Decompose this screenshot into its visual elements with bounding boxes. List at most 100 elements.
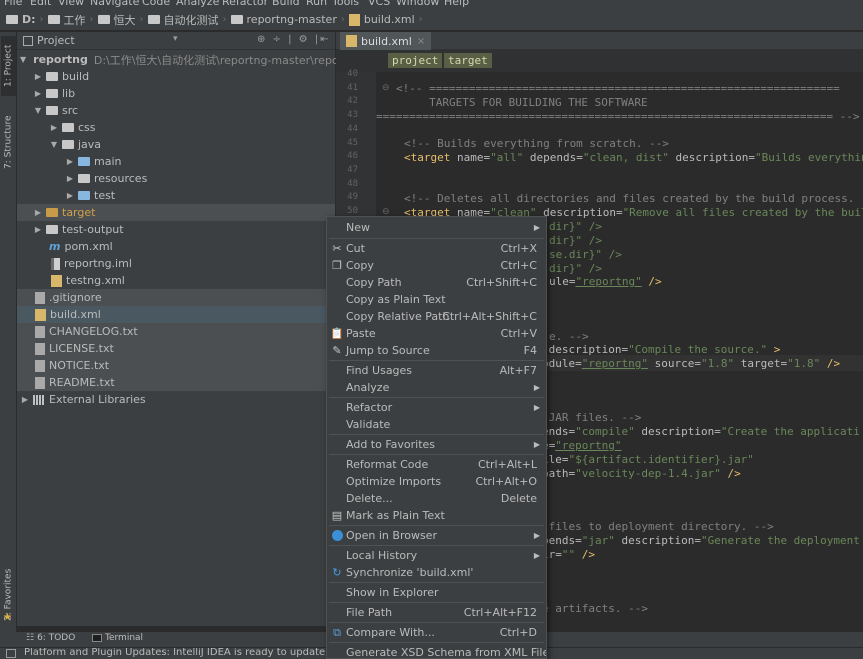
nav-crumb-build-xml[interactable]: build.xml ›: [348, 13, 423, 26]
chevron-right-icon[interactable]: ▶: [65, 174, 75, 183]
chevron-right-icon[interactable]: ▶: [33, 89, 43, 98]
tree-item-readme[interactable]: README.txt: [17, 374, 335, 391]
menu-refactor[interactable]: Refactor: [222, 0, 268, 8]
menu-separator: [329, 642, 544, 643]
fold-icon[interactable]: ⊖: [382, 83, 390, 93]
menu-tools[interactable]: Tools: [332, 0, 359, 8]
chevron-right-icon[interactable]: ▶: [33, 72, 43, 81]
chevron-down-icon[interactable]: ▾: [173, 34, 178, 44]
tab-project[interactable]: 1: Project: [1, 36, 16, 96]
menu-item-synchronize[interactable]: ↻ Synchronize 'build.xml': [327, 564, 546, 581]
chevron-right-icon[interactable]: ▶: [65, 191, 75, 200]
tree-item-external-libraries[interactable]: ▶ External Libraries: [17, 391, 335, 408]
menu-item-compare-with[interactable]: ⧉ Compare With... Ctrl+D: [327, 624, 546, 641]
menu-build[interactable]: Build: [272, 0, 300, 8]
menu-separator: [329, 525, 544, 526]
tab-todo[interactable]: ☷ 6: TODO: [26, 633, 75, 643]
status-message[interactable]: Platform and Plugin Updates: IntelliJ ID…: [24, 648, 345, 658]
menu-item-copy-relative-path[interactable]: Copy Relative Path Ctrl+Alt+Shift+C: [327, 308, 546, 325]
nav-crumb-reportng-master[interactable]: reportng-master ›: [230, 13, 345, 26]
project-panel-title[interactable]: Project: [37, 34, 75, 47]
chevron-right-icon[interactable]: ▶: [33, 225, 43, 234]
menu-item-reformat-code[interactable]: Reformat Code Ctrl+Alt+L: [327, 456, 546, 473]
menu-code[interactable]: Code: [142, 0, 170, 8]
menu-help[interactable]: Help: [444, 0, 469, 8]
chevron-down-icon[interactable]: ▼: [20, 55, 26, 64]
menu-edit[interactable]: Edit: [30, 0, 51, 8]
menu-item-refactor[interactable]: Refactor ▶: [327, 399, 546, 416]
nav-crumb-drive[interactable]: D: ›: [6, 13, 44, 26]
menu-item-optimize-imports[interactable]: Optimize Imports Ctrl+Alt+O: [327, 473, 546, 490]
chevron-right-icon[interactable]: ▶: [49, 123, 59, 132]
menu-item-local-history[interactable]: Local History ▶: [327, 547, 546, 564]
close-icon[interactable]: ×: [417, 36, 425, 47]
menu-item-add-to-favorites[interactable]: Add to Favorites ▶: [327, 436, 546, 453]
chevron-down-icon[interactable]: ▼: [49, 140, 59, 149]
menu-item-cut[interactable]: ✂ Cut Ctrl+X: [327, 240, 546, 257]
code-line-68: path="velocity-dep-1.4.jar" />: [542, 467, 741, 480]
menu-item-validate[interactable]: Validate: [327, 416, 546, 433]
editor-tab-bar: build.xml ×: [336, 32, 863, 50]
menu-item-copy[interactable]: ❐ Copy Ctrl+C: [327, 257, 546, 274]
xml-crumb-target[interactable]: target: [444, 53, 492, 68]
line-number: 49: [347, 192, 358, 203]
editor-tab-build-xml[interactable]: build.xml ×: [340, 32, 432, 50]
menu-item-find-usages[interactable]: Find Usages Alt+F7: [327, 362, 546, 379]
chevron-down-icon[interactable]: ▼: [33, 106, 43, 115]
menu-window[interactable]: Window: [396, 0, 439, 8]
tree-item-src[interactable]: ▼ src: [17, 102, 335, 119]
menu-file[interactable]: File: [4, 0, 22, 8]
menu-view[interactable]: View: [58, 0, 84, 8]
code-line-75: ir="" />: [542, 548, 595, 561]
tree-item-test[interactable]: ▶ test: [17, 187, 335, 204]
menu-item-mark-plain-text[interactable]: ▤ Mark as Plain Text: [327, 507, 546, 524]
menu-item-delete[interactable]: Delete... Delete: [327, 490, 546, 507]
nav-crumb-work[interactable]: 工作 ›: [47, 12, 94, 28]
tab-terminal[interactable]: Terminal: [92, 633, 143, 643]
menu-item-file-path[interactable]: File Path Ctrl+Alt+F12: [327, 604, 546, 621]
nav-crumb-hengda[interactable]: 恒大 ›: [97, 12, 144, 28]
menu-item-open-in-browser[interactable]: Open in Browser ▶: [327, 527, 546, 544]
tree-item-build[interactable]: ▶ build: [17, 68, 335, 85]
menu-analyze[interactable]: Analyze: [176, 0, 219, 8]
tree-item-license[interactable]: LICENSE.txt: [17, 340, 335, 357]
menu-item-analyze[interactable]: Analyze ▶: [327, 379, 546, 396]
xml-crumb-project[interactable]: project: [388, 53, 443, 68]
menu-vcs[interactable]: VCS: [368, 0, 390, 8]
nav-crumb-autotest[interactable]: 自动化测试 ›: [147, 12, 227, 28]
tree-item-build-xml[interactable]: build.xml: [17, 306, 335, 323]
tree-item-changelog[interactable]: CHANGELOG.txt: [17, 323, 335, 340]
tree-item-testng-xml[interactable]: testng.xml: [17, 272, 335, 289]
tree-item-main[interactable]: ▶ main: [17, 153, 335, 170]
menu-item-paste[interactable]: 📋 Paste Ctrl+V: [327, 325, 546, 342]
menu-item-generate-xsd[interactable]: Generate XSD Schema from XML File...: [327, 644, 546, 658]
tree-item-resources[interactable]: ▶ resources: [17, 170, 335, 187]
menu-item-show-in-explorer[interactable]: Show in Explorer: [327, 584, 546, 601]
line-number: 44: [347, 123, 358, 134]
xml-breadcrumb-bar: project target: [336, 50, 863, 72]
menu-item-jump-to-source[interactable]: ✎ Jump to Source F4: [327, 342, 546, 359]
status-toggle-icon[interactable]: [6, 649, 16, 658]
text-file-icon: [35, 376, 45, 389]
menu-item-new[interactable]: New ▶: [327, 219, 546, 236]
tree-item-notice[interactable]: NOTICE.txt: [17, 357, 335, 374]
chevron-right-icon[interactable]: ▶: [20, 395, 30, 404]
panel-toolbar-icons[interactable]: ⊕ ÷ | ⚙ |⇤: [257, 34, 331, 45]
tree-item-reportng-iml[interactable]: reportng.iml: [17, 255, 335, 272]
tree-item-gitignore[interactable]: .gitignore: [17, 289, 335, 306]
tree-item-lib[interactable]: ▶ lib: [17, 85, 335, 102]
menu-item-copy-plain-text[interactable]: Copy as Plain Text: [327, 291, 546, 308]
code-line-45: <!-- Builds everything from scratch. -->: [404, 137, 669, 150]
tree-item-test-output[interactable]: ▶ test-output: [17, 221, 335, 238]
menu-run[interactable]: Run: [306, 0, 327, 8]
tree-item-java[interactable]: ▼ java: [17, 136, 335, 153]
tab-structure[interactable]: 7: Structure: [1, 106, 16, 178]
menu-item-copy-path[interactable]: Copy Path Ctrl+Shift+C: [327, 274, 546, 291]
tree-item-reportng[interactable]: ▼ reportng D:\工作\恒大\自动化测试\reportng-master\…: [17, 51, 361, 68]
chevron-right-icon[interactable]: ▶: [33, 208, 43, 217]
tree-item-target[interactable]: ▶ target: [17, 204, 335, 221]
tree-item-css[interactable]: ▶ css: [17, 119, 335, 136]
chevron-right-icon[interactable]: ▶: [65, 157, 75, 166]
tree-item-pom-xml[interactable]: m pom.xml: [17, 238, 335, 255]
menu-navigate[interactable]: Navigate: [90, 0, 139, 8]
